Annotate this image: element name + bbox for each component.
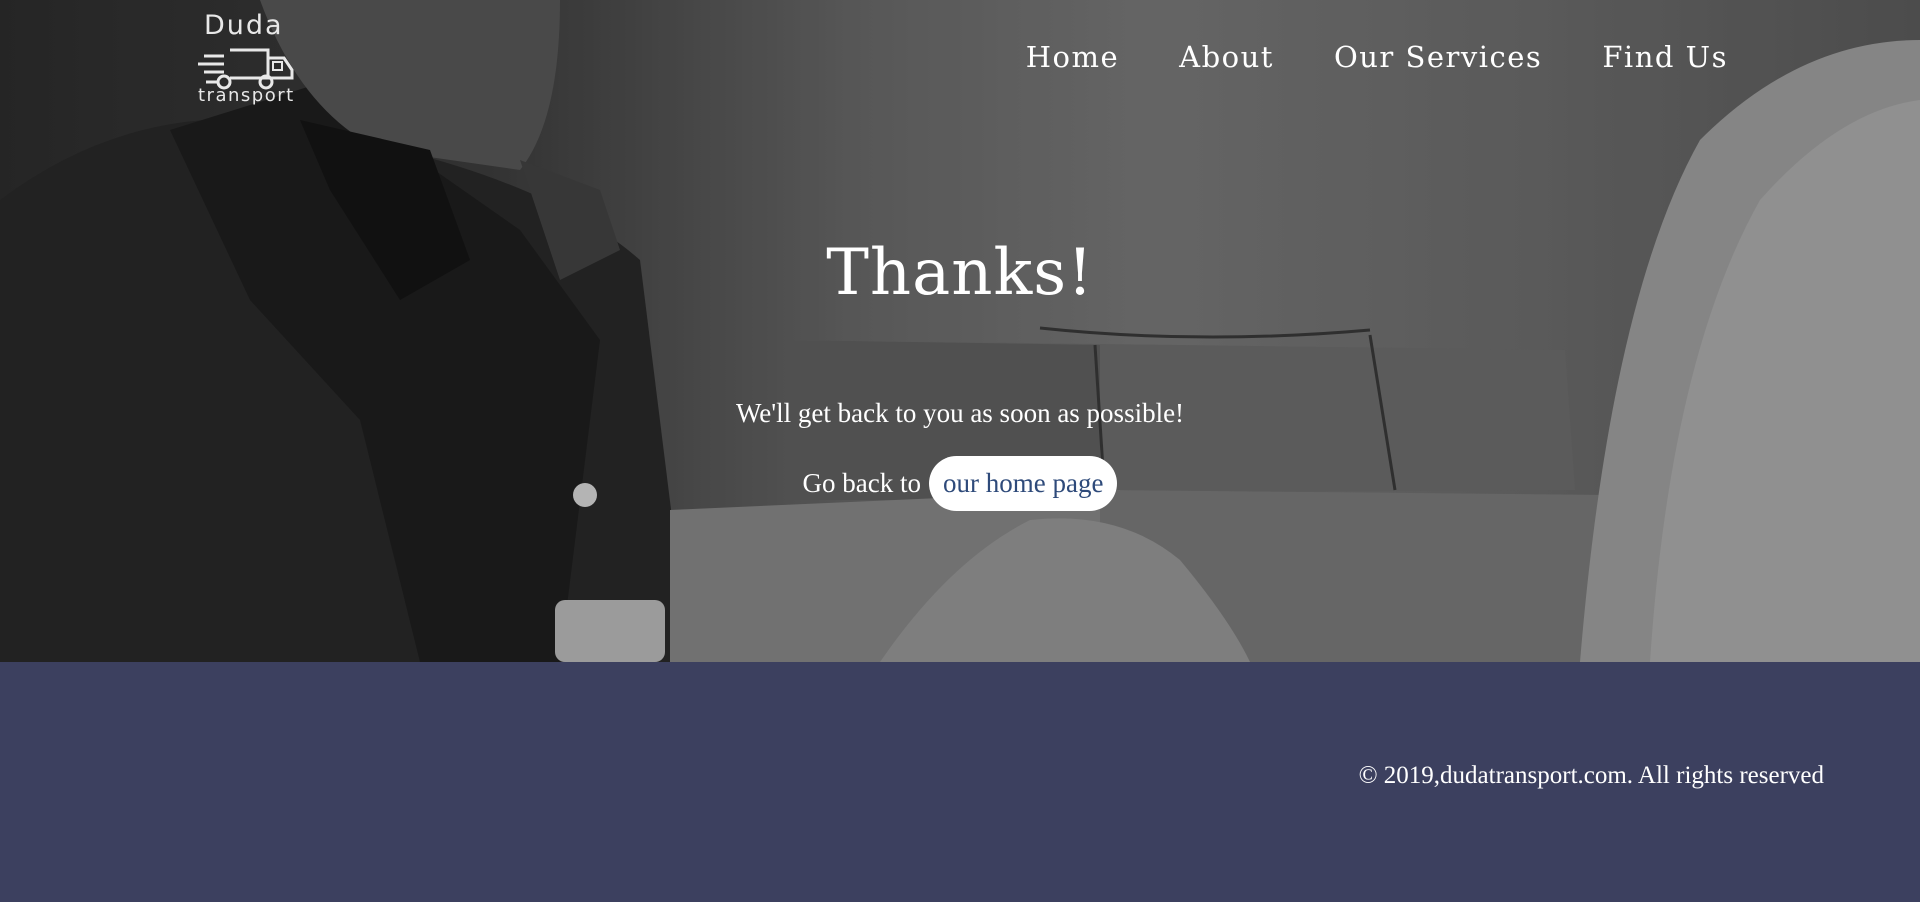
main-nav: Home About Our Services Find Us (1026, 40, 1728, 74)
hero-section: Duda transport Home About Our Services F… (0, 0, 1920, 662)
nav-home[interactable]: Home (1026, 40, 1119, 74)
home-page-link[interactable]: our home page (929, 456, 1118, 511)
logo-word-duda: Duda (204, 10, 284, 41)
go-back-text: Go back to (802, 468, 921, 498)
thanks-message: We'll get back to you as soon as possibl… (735, 398, 1185, 428)
truck-icon (198, 48, 294, 90)
go-back-line: Go back to our home page (0, 456, 1920, 511)
nav-find-us[interactable]: Find Us (1602, 40, 1728, 74)
nav-our-services[interactable]: Our Services (1334, 40, 1542, 74)
page-title: Thanks! (826, 236, 1094, 310)
copyright-text: © 2019,dudatransport.com. All rights res… (1358, 762, 1824, 789)
footer: © 2019,dudatransport.com. All rights res… (0, 662, 1920, 902)
logo-word-transport: transport (198, 85, 295, 106)
brand-logo[interactable]: Duda transport (196, 10, 300, 110)
nav-about[interactable]: About (1179, 40, 1274, 74)
